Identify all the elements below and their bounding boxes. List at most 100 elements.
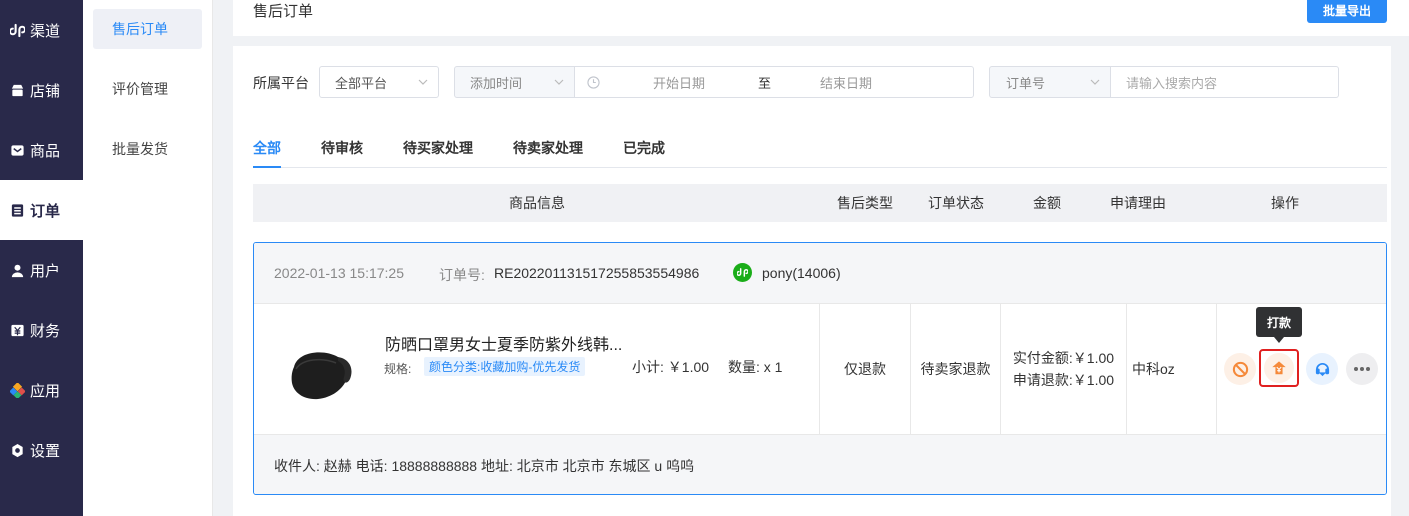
search-placeholder: 请输入搜索内容 xyxy=(1126,75,1218,91)
date-range-separator: 至 xyxy=(758,75,772,91)
forbid-icon xyxy=(1232,361,1248,377)
order-no[interactable]: RE20220113151725585355​4986 xyxy=(494,265,699,281)
link-icon xyxy=(9,22,25,38)
sidebar-item-label: 渠道 xyxy=(30,22,61,40)
sidebar-item-goods[interactable]: 商品 xyxy=(0,120,83,180)
submenu-item-review[interactable]: 评价管理 xyxy=(93,69,202,109)
page-header: 售后订单 批量导出 xyxy=(233,0,1409,36)
spec-badge: 颜色分类:收藏加购-优先发货 xyxy=(424,357,586,376)
refund-pay-icon xyxy=(1264,353,1294,383)
product-name[interactable]: 防晒口罩男女士夏季防紫外线韩... xyxy=(385,331,622,355)
chevron-down-icon xyxy=(418,79,428,85)
time-type-value: 添加时间 xyxy=(470,75,523,91)
platform-label: 所属平台 xyxy=(253,75,309,91)
table-header: 商品信息 售后类型 订单状态 金额 申请理由 操作 xyxy=(253,184,1387,222)
wechat-miniapp-icon xyxy=(733,263,752,282)
quantity: 数量: x 1 xyxy=(728,359,783,375)
sidebar-item-label: 应用 xyxy=(30,382,61,400)
submenu: 售后订单 评价管理 批量发货 xyxy=(83,0,213,516)
amount-cell: 实付金额:￥1.00 申请退款:￥1.00 xyxy=(1000,304,1126,434)
start-date-input[interactable]: 开始日期 xyxy=(653,73,705,92)
pay-tooltip: 打款 xyxy=(1256,307,1302,343)
batch-export-button[interactable]: 批量导出 xyxy=(1307,0,1387,23)
chevron-down-icon xyxy=(1090,79,1100,85)
refund-amount: 申请退款:￥1.00 xyxy=(1012,372,1115,388)
sidebar-item-order[interactable]: 订单 xyxy=(0,180,83,240)
order-time: 2022-01-13 15:17:25 xyxy=(274,265,404,281)
reason-cell: 中科oz xyxy=(1126,304,1216,434)
more-actions-button[interactable] xyxy=(1346,353,1378,385)
time-type-select[interactable]: 添加时间 xyxy=(454,66,575,98)
pay-refund-button[interactable] xyxy=(1259,349,1299,387)
date-range-picker[interactable]: 开始日期 至 结束日期 xyxy=(574,66,974,98)
platform-select-value: 全部平台 xyxy=(335,75,388,91)
order-status: 待卖家退款 xyxy=(920,361,991,377)
product-image[interactable] xyxy=(284,337,356,409)
platform-select[interactable]: 全部平台 xyxy=(319,66,439,98)
aftersale-type: 仅退款 xyxy=(844,361,886,377)
sidebar-item-shop[interactable]: 店铺 xyxy=(0,60,83,120)
customer-service-button[interactable] xyxy=(1306,353,1338,385)
tab-pending-review[interactable]: 待审核 xyxy=(321,138,363,168)
aftersale-type-cell: 仅退款 xyxy=(819,304,910,434)
order-card-header: 2022-01-13 15:17:25 订单号: RE2022011315172… xyxy=(254,243,1386,304)
column-header-actions: 操作 xyxy=(1271,195,1299,211)
tab-all[interactable]: 全部 xyxy=(253,138,281,168)
tab-pending-buyer[interactable]: 待买家处理 xyxy=(403,138,473,168)
tab-completed[interactable]: 已完成 xyxy=(623,138,665,168)
sidebar-item-label: 设置 xyxy=(30,442,61,460)
clock-icon xyxy=(587,76,600,89)
subtotal: 小计: ￥1.00 xyxy=(632,359,710,375)
submenu-item-label: 批量发货 xyxy=(112,141,168,157)
refund-reason: 中科oz xyxy=(1132,361,1175,377)
page-title: 售后订单 xyxy=(253,3,314,20)
sidebar-item-settings[interactable]: 设置 xyxy=(0,420,83,480)
user-icon xyxy=(9,262,25,278)
shop-icon xyxy=(9,82,25,98)
sidebar-item-label: 订单 xyxy=(30,202,61,220)
sidebar-item-label: 财务 xyxy=(30,322,61,340)
spec-label: 规格: xyxy=(384,362,412,376)
main-sidebar: 渠道 店铺 商品 订单 用户 财务 应用 设置 xyxy=(0,0,83,516)
more-icon xyxy=(1354,367,1370,371)
paid-amount: 实付金额:￥1.00 xyxy=(1012,350,1115,366)
order-icon xyxy=(9,202,25,218)
column-header-reason: 申请理由 xyxy=(1110,195,1166,211)
submenu-item-label: 评价管理 xyxy=(112,81,168,97)
chevron-down-icon xyxy=(554,79,564,85)
sidebar-item-label: 店铺 xyxy=(30,82,61,100)
sidebar-item-label: 商品 xyxy=(30,142,61,160)
status-tabs: 全部 待审核 待买家处理 待卖家处理 已完成 xyxy=(253,138,1387,168)
order-card-footer: 收件人: 赵赫 电话: 18888888888 地址: 北京市 北京市 东城区 … xyxy=(254,434,1386,494)
status-cell: 待卖家退款 xyxy=(910,304,1000,434)
search-input[interactable]: 请输入搜索内容 xyxy=(1110,66,1339,98)
sidebar-item-finance[interactable]: 财务 xyxy=(0,300,83,360)
goods-icon xyxy=(9,142,25,158)
column-header-status: 订单状态 xyxy=(928,195,984,211)
apps-icon xyxy=(9,382,25,398)
end-date-input[interactable]: 结束日期 xyxy=(820,73,872,92)
settings-icon xyxy=(9,442,25,458)
sidebar-item-apps[interactable]: 应用 xyxy=(0,360,83,420)
finance-icon xyxy=(9,322,25,338)
service-icon xyxy=(1315,362,1329,376)
column-header-amount: 金额 xyxy=(1033,195,1061,211)
column-header-type: 售后类型 xyxy=(837,195,893,211)
submenu-item-batch-ship[interactable]: 批量发货 xyxy=(93,129,202,169)
receiver-info: 收件人: 赵赫 电话: 18888888888 地址: 北京市 北京市 东城区 … xyxy=(274,458,695,474)
search-type-select[interactable]: 订单号 xyxy=(989,66,1111,98)
reject-button[interactable] xyxy=(1224,353,1256,385)
main-panel: 所属平台 全部平台 添加时间 开始日期 至 结束日期 订单号 请输入搜索内容 全… xyxy=(233,46,1409,516)
column-header-product: 商品信息 xyxy=(509,195,565,211)
sidebar-item-channel[interactable]: 渠道 xyxy=(0,0,83,60)
sidebar-item-label: 用户 xyxy=(30,262,61,280)
buyer-name[interactable]: pony(14006) xyxy=(762,265,841,281)
submenu-item-label: 售后订单 xyxy=(112,21,168,37)
submenu-item-aftersale[interactable]: 售后订单 xyxy=(93,9,202,49)
sidebar-item-user[interactable]: 用户 xyxy=(0,240,83,300)
search-type-value: 订单号 xyxy=(1006,75,1046,91)
scrollbar-track[interactable] xyxy=(1391,36,1409,516)
tab-pending-seller[interactable]: 待卖家处理 xyxy=(513,138,583,168)
order-card: 2022-01-13 15:17:25 订单号: RE2022011315172… xyxy=(253,242,1387,495)
order-no-label: 订单号: xyxy=(439,267,485,283)
